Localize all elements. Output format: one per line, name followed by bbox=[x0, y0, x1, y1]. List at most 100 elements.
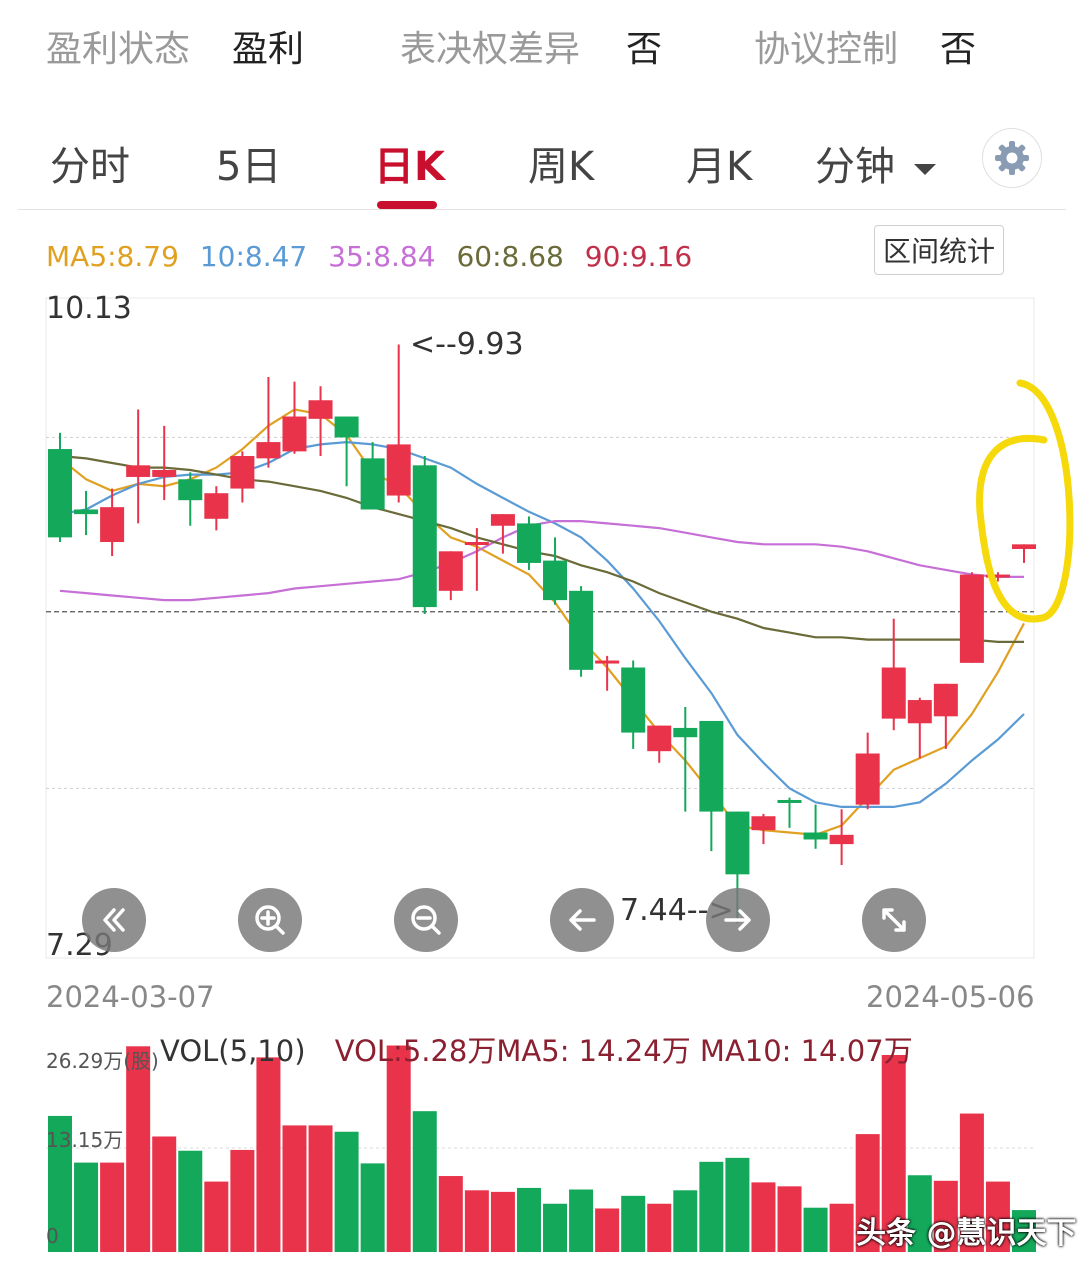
candle-body bbox=[803, 832, 828, 840]
candle bbox=[516, 516, 541, 570]
candle-body bbox=[490, 514, 515, 526]
candle bbox=[907, 697, 932, 759]
candle bbox=[933, 683, 958, 749]
start-date-label: 2024-03-07 bbox=[46, 980, 215, 1014]
expand-icon bbox=[882, 908, 906, 932]
candle-body bbox=[230, 456, 255, 489]
candle-body bbox=[699, 720, 724, 812]
end-date-label: 2024-05-06 bbox=[866, 980, 1035, 1014]
candle bbox=[699, 720, 724, 852]
candle bbox=[100, 488, 125, 556]
candle-body bbox=[412, 465, 437, 608]
volume-bar bbox=[621, 1195, 646, 1252]
volume-bar bbox=[100, 1162, 125, 1252]
candle-body bbox=[751, 816, 776, 831]
candle-body bbox=[256, 442, 281, 459]
fullscreen-button[interactable] bbox=[862, 888, 926, 952]
candle bbox=[282, 381, 307, 454]
volume-bar bbox=[386, 1045, 411, 1252]
volume-bar bbox=[725, 1157, 750, 1252]
candle bbox=[48, 432, 72, 543]
candle bbox=[464, 528, 489, 591]
candle bbox=[569, 586, 594, 677]
volume-bar bbox=[308, 1125, 333, 1252]
candle bbox=[178, 472, 203, 526]
candle-body bbox=[204, 493, 229, 519]
candle-body bbox=[438, 551, 463, 591]
candle-body bbox=[569, 590, 594, 670]
candle-body bbox=[308, 400, 333, 419]
candle-body bbox=[829, 834, 854, 845]
rewind-button[interactable] bbox=[82, 888, 146, 952]
volume-bar bbox=[256, 1057, 281, 1252]
zoom-in-button[interactable] bbox=[238, 888, 302, 952]
candle-body bbox=[621, 667, 646, 733]
candle bbox=[334, 416, 359, 487]
volume-bar bbox=[178, 1150, 203, 1252]
candle-body bbox=[126, 465, 151, 477]
rewind-icon bbox=[103, 908, 125, 932]
candle-body bbox=[100, 507, 125, 543]
candle bbox=[204, 486, 229, 531]
candle bbox=[673, 707, 698, 812]
volume-bar bbox=[751, 1182, 776, 1252]
candle-body bbox=[334, 416, 359, 438]
kline-chart[interactable] bbox=[0, 0, 1080, 1266]
arrow-left-icon bbox=[569, 909, 596, 931]
candle bbox=[360, 442, 385, 510]
candle-body bbox=[907, 700, 932, 724]
vol-zero-tick: 0 bbox=[46, 1224, 59, 1248]
volume-bar bbox=[334, 1131, 359, 1252]
vol-mid-tick: 13.15万 bbox=[46, 1128, 124, 1152]
candle-body bbox=[282, 416, 307, 452]
volume-bar bbox=[126, 1046, 151, 1252]
candle-body bbox=[48, 449, 72, 538]
candle bbox=[438, 551, 463, 601]
candle bbox=[959, 572, 984, 663]
price-max-label: 10.13 bbox=[46, 291, 132, 326]
volume-bar bbox=[777, 1186, 802, 1252]
arrow-right-icon bbox=[724, 909, 751, 931]
candle-body bbox=[647, 725, 672, 752]
candle bbox=[777, 797, 802, 828]
candle bbox=[855, 732, 880, 810]
zoom-out-button[interactable] bbox=[394, 888, 458, 952]
volume-bar bbox=[412, 1111, 437, 1252]
candle bbox=[126, 409, 151, 524]
candle bbox=[803, 804, 828, 849]
candle-body bbox=[543, 560, 568, 601]
volume-bar bbox=[438, 1176, 463, 1252]
candle-body bbox=[386, 444, 411, 496]
candle-body bbox=[959, 574, 984, 663]
candle-body bbox=[673, 727, 698, 738]
candle bbox=[647, 725, 672, 763]
volume-bar bbox=[282, 1125, 307, 1252]
volume-bar bbox=[569, 1189, 594, 1252]
volume-bar bbox=[230, 1149, 255, 1252]
vol-indicator-label: VOL(5,10) bbox=[160, 1034, 306, 1068]
volume-bar bbox=[699, 1161, 724, 1252]
candle bbox=[386, 344, 411, 503]
candle-body bbox=[1012, 544, 1036, 549]
ma60-line bbox=[59, 454, 1024, 644]
high-annotation: <--9.93 bbox=[410, 327, 524, 362]
volume-bar bbox=[829, 1203, 854, 1252]
scroll-left-button[interactable] bbox=[550, 888, 614, 952]
candle-body bbox=[152, 469, 177, 477]
candle-body bbox=[881, 667, 906, 719]
volume-bar bbox=[152, 1136, 177, 1252]
price-plot-frame bbox=[45, 297, 1035, 959]
scroll-right-button[interactable] bbox=[706, 888, 770, 952]
watermark: 头条 @慧识天下 bbox=[856, 1216, 1077, 1251]
volume-bar bbox=[74, 1162, 99, 1252]
candle-body bbox=[855, 753, 880, 805]
candle bbox=[621, 660, 646, 749]
candle-body bbox=[464, 542, 489, 546]
candle-body bbox=[360, 458, 385, 510]
candle bbox=[230, 451, 255, 503]
volume-bar bbox=[543, 1203, 568, 1252]
candle-body bbox=[777, 799, 802, 803]
candle-body bbox=[725, 811, 750, 875]
vol-current-label: VOL:5.28万MA5: 14.24万 MA10: 14.07万 bbox=[334, 1034, 913, 1068]
volume-bar bbox=[516, 1187, 541, 1252]
